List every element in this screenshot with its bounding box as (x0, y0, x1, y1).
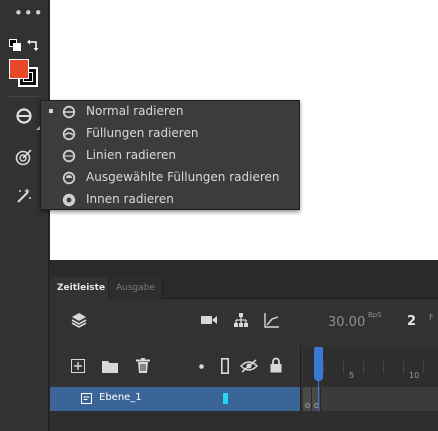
layer-hierarchy-icon[interactable] (233, 312, 249, 328)
ruler-tick (383, 361, 384, 373)
erase-inside-icon (62, 193, 76, 207)
ruler-label: 5 (349, 371, 355, 380)
tab-timeline[interactable]: Zeitleiste (50, 277, 113, 299)
timeline-controls (50, 299, 438, 345)
toolbar-divider (8, 96, 41, 97)
menu-item-label: Normal radieren (86, 104, 184, 118)
app-window: ••• Zeitleiste Ausgabe 30.00 BpS 2 F 5 1… (0, 0, 438, 431)
ruler-tick (363, 361, 364, 373)
frame-ruler[interactable]: 5 10 (303, 347, 438, 387)
selected-bullet (49, 109, 53, 113)
layer-frames[interactable] (303, 387, 438, 411)
easing-graph-icon[interactable] (264, 312, 280, 328)
target-icon (15, 149, 32, 166)
keyframe-marker[interactable] (305, 403, 310, 408)
ruler-label: 10 (409, 371, 420, 380)
highlight-dot-icon[interactable] (199, 364, 204, 369)
layer-color-swatch[interactable] (223, 393, 228, 404)
eraser-icon (16, 108, 32, 124)
eraser-tool-button[interactable] (12, 104, 40, 130)
current-frame[interactable]: 2 (407, 314, 416, 329)
camera-icon[interactable] (201, 314, 217, 326)
magic-wand-tool-button[interactable] (12, 184, 36, 208)
fps-unit: BpS (368, 311, 382, 319)
lock-icon[interactable] (270, 357, 282, 373)
layer-row[interactable]: Ebene_1 (50, 387, 300, 411)
pasteboard (50, 260, 438, 277)
swap-colors-icon[interactable] (26, 38, 40, 52)
ruler-tick (423, 361, 424, 373)
playhead[interactable] (314, 347, 323, 381)
fill-color-swatch[interactable] (9, 59, 29, 79)
erase-normal-icon (62, 105, 76, 119)
new-folder-icon[interactable] (102, 359, 118, 373)
delete-icon[interactable] (136, 358, 150, 373)
timeline-empty-area (50, 411, 438, 431)
layers-stack-icon[interactable] (71, 312, 87, 328)
erase-lines-icon (62, 149, 76, 163)
menu-item-normal-erase[interactable]: Normal radieren (41, 101, 299, 123)
erase-fills-icon (62, 127, 76, 141)
menu-item-label: Füllungen radieren (86, 126, 199, 140)
magic-wand-icon (17, 188, 31, 203)
hide-eye-icon[interactable] (240, 359, 258, 373)
new-layer-icon[interactable] (71, 359, 85, 373)
ruler-tick (323, 361, 324, 373)
fps-value[interactable]: 30.00 (328, 315, 365, 330)
ruler-tick (403, 361, 404, 373)
menu-item-label: Linien radieren (86, 148, 177, 162)
layers-divider (300, 345, 301, 411)
tools-panel: ••• (0, 0, 49, 431)
layer-toolbar (50, 345, 300, 387)
menu-item-erase-lines[interactable]: Linien radieren (41, 145, 299, 167)
outline-icon[interactable] (221, 358, 229, 374)
frame-unit: F (429, 313, 434, 322)
more-tools-button[interactable]: ••• (14, 6, 44, 21)
menu-item-label: Ausgewählte Füllungen radieren (86, 170, 280, 184)
ruler-tick (343, 361, 344, 373)
menu-item-erase-selected-fills[interactable]: Ausgewählte Füllungen radieren (41, 167, 299, 189)
menu-item-erase-inside[interactable]: Innen radieren (41, 189, 299, 211)
menu-item-erase-fills[interactable]: Füllungen radieren (41, 123, 299, 145)
erase-selected-fills-icon (62, 171, 76, 185)
layer-type-icon (81, 393, 92, 404)
menu-item-label: Innen radieren (86, 192, 174, 206)
eraser-mode-menu: Normal radieren Füllungen radieren Linie… (40, 100, 300, 210)
layer-name[interactable]: Ebene_1 (99, 392, 142, 403)
default-colors-icon[interactable] (9, 39, 21, 51)
tab-output[interactable]: Ausgabe (108, 277, 164, 299)
timeline-panel: Zeitleiste Ausgabe 30.00 BpS 2 F 5 10 Eb… (50, 277, 438, 431)
panel-tabs: Zeitleiste Ausgabe (50, 277, 438, 299)
target-tool-button[interactable] (12, 145, 36, 169)
